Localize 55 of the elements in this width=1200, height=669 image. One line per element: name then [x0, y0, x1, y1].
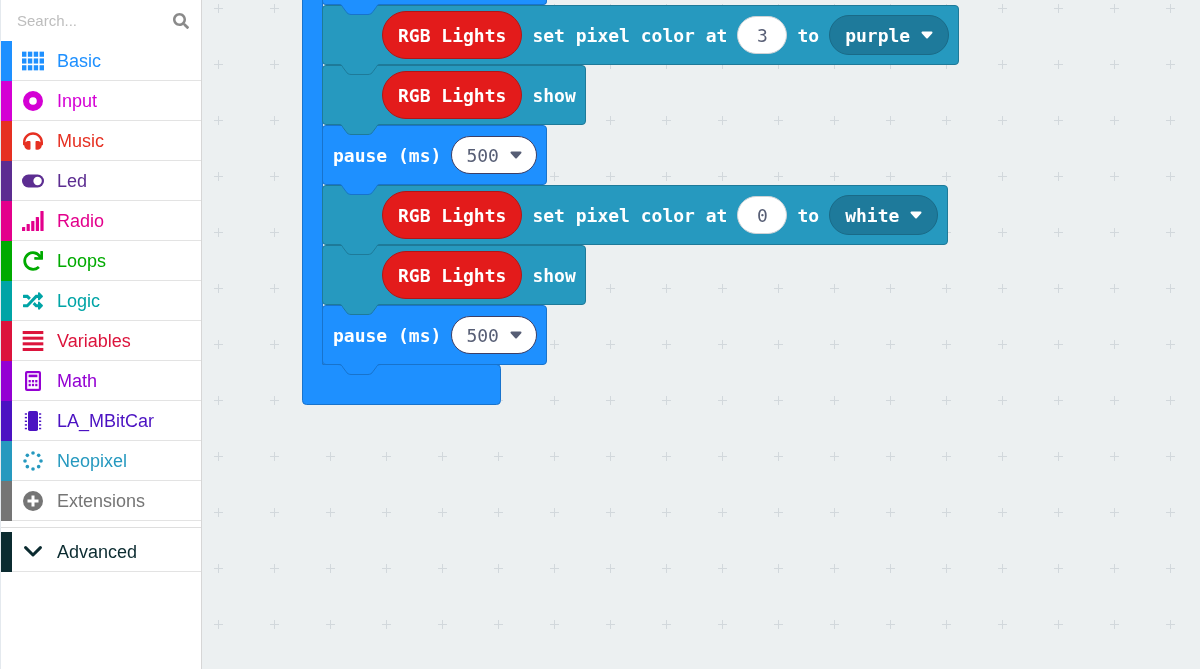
category-item[interactable]: LA_MBitCar [1, 401, 201, 441]
dotted-ring-icon [22, 450, 44, 471]
color-dropdown[interactable]: white [829, 195, 939, 235]
duration-dropdown[interactable]: 500 [451, 316, 537, 354]
number-field[interactable]: 3 [737, 16, 788, 54]
block-label: pause (ms) [333, 324, 442, 346]
grid-icon [22, 50, 44, 71]
category-item[interactable]: Logic [1, 281, 201, 321]
connector-tab [338, 184, 381, 195]
connector-tab [338, 4, 381, 15]
advanced-item[interactable]: Advanced [1, 532, 201, 572]
dot-circle-icon [22, 90, 44, 111]
number-field[interactable]: 0 [737, 196, 788, 234]
category-item[interactable]: Extensions [1, 481, 201, 521]
category-item[interactable]: Radio [1, 201, 201, 241]
connector-tab [338, 64, 381, 75]
block-label: to [797, 204, 820, 226]
chip-icon [22, 410, 44, 431]
variable-reporter: RGB Lights [382, 11, 523, 59]
duration-dropdown[interactable]: 500 [451, 136, 537, 174]
connector-tab [338, 364, 381, 375]
signal-bars-icon [22, 210, 44, 231]
circular-arrow-icon [22, 250, 44, 271]
block-label: show [532, 84, 576, 106]
variable-reporter: RGB Lights [382, 71, 523, 119]
shuffle-icon [22, 290, 44, 311]
connector-tab [338, 124, 381, 135]
calculator-icon [22, 370, 44, 391]
lines-icon [22, 330, 44, 351]
category-item[interactable]: Input [1, 81, 201, 121]
plus-circle-icon [22, 490, 44, 511]
category-item[interactable]: Basic [1, 41, 201, 81]
block-label: to [797, 24, 820, 46]
search-field[interactable]: Search... [17, 9, 165, 32]
block-label: pause (ms) [333, 144, 442, 166]
block-label: set pixel color at [532, 24, 728, 46]
variable-reporter: RGB Lights [382, 191, 523, 239]
category-item[interactable]: Math [1, 361, 201, 401]
caret-icon [921, 31, 934, 39]
variable-reporter: RGB Lights [382, 251, 523, 299]
connector-tab [338, 304, 381, 315]
category-item[interactable]: Variables [1, 321, 201, 361]
category-item[interactable]: Music [1, 121, 201, 161]
block-label: show [532, 264, 576, 286]
caret-icon [509, 331, 522, 339]
category-item[interactable]: Led [1, 161, 201, 201]
connector-tab [338, 244, 381, 255]
search-icon[interactable] [173, 12, 189, 29]
category-item[interactable]: Loops [1, 241, 201, 281]
color-dropdown[interactable]: purple [829, 15, 950, 55]
category-item[interactable]: Neopixel [1, 441, 201, 481]
caret-icon [509, 151, 522, 159]
headphones-icon [22, 130, 44, 151]
block-label: set pixel color at [532, 204, 728, 226]
caret-icon [910, 211, 923, 219]
